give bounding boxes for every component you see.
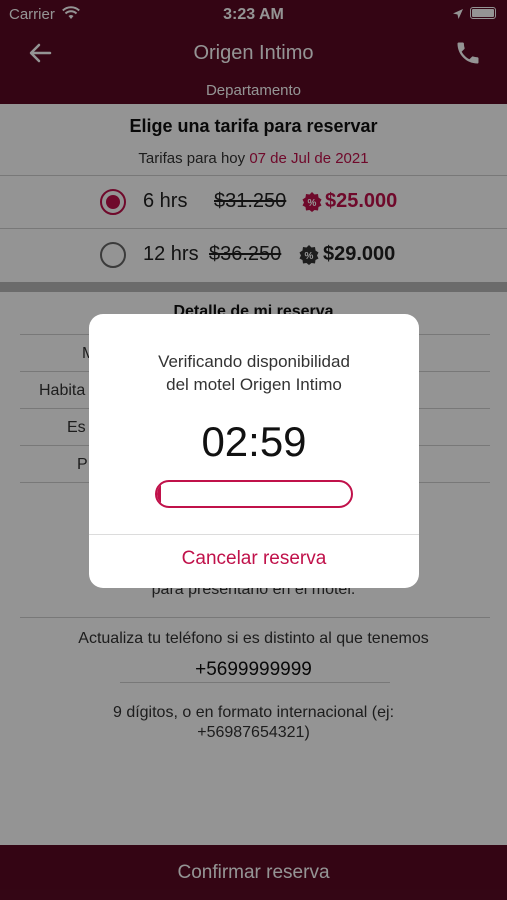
dialog-message-line2: del motel Origen Intimo (166, 375, 342, 394)
availability-dialog: Verificando disponibilidad del motel Ori… (89, 314, 419, 588)
dialog-message: Verificando disponibilidad del motel Ori… (89, 350, 419, 396)
dialog-divider (89, 534, 419, 535)
progress-bar (155, 480, 353, 508)
countdown-timer: 02:59 (201, 418, 307, 465)
cancel-reservation-button[interactable]: Cancelar reserva (89, 548, 419, 570)
progress-fill (157, 482, 161, 506)
dialog-message-line1: Verificando disponibilidad (158, 352, 350, 371)
